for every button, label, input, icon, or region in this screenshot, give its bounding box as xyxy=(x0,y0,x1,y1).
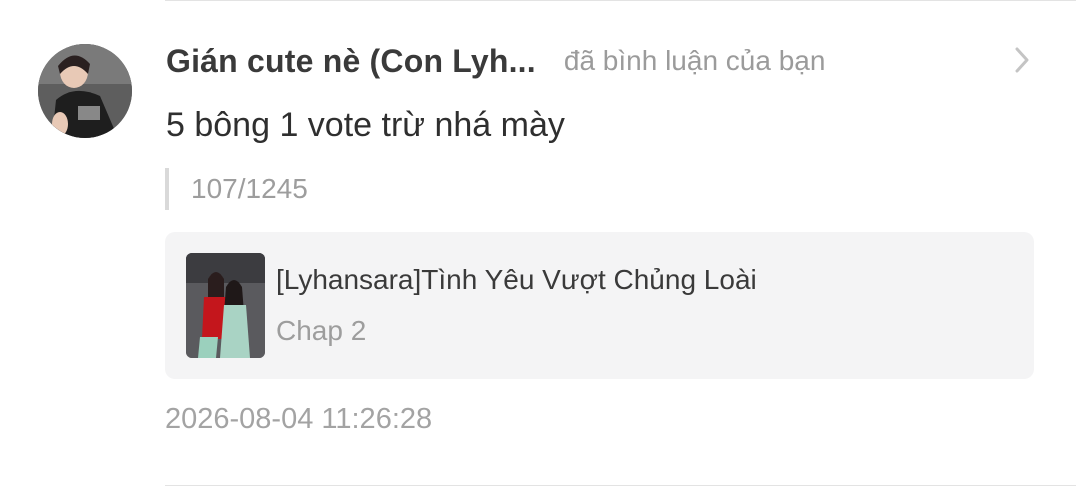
commenter-name[interactable]: Gián cute nè (Con Lyh... xyxy=(166,43,536,80)
story-chapter: Chap 2 xyxy=(276,315,367,346)
comment-text: 5 bông 1 vote trừ nhá mày xyxy=(166,106,565,144)
avatar-photo-icon xyxy=(38,44,132,138)
notification-timestamp: 2026-08-04 11:26:28 xyxy=(165,403,433,435)
commenter-avatar[interactable] xyxy=(38,44,132,138)
top-divider xyxy=(165,0,1076,1)
chevron-right-icon[interactable] xyxy=(1008,44,1036,76)
story-title: [Lyhansara]Tình Yêu Vượt Chủng Loài xyxy=(276,264,757,295)
notification-header: Gián cute nè (Con Lyh... đã bình luận củ… xyxy=(166,38,1046,84)
bottom-divider xyxy=(165,485,1076,486)
story-card[interactable]: [Lyhansara]Tình Yêu Vượt Chủng Loài Chap… xyxy=(165,232,1034,379)
quoted-comment: 107/1245 xyxy=(165,168,308,210)
action-description: đã bình luận của bạn xyxy=(563,45,826,76)
quoted-text: 107/1245 xyxy=(191,173,308,204)
story-cover-image xyxy=(186,253,265,358)
story-cover-icon xyxy=(186,253,265,358)
